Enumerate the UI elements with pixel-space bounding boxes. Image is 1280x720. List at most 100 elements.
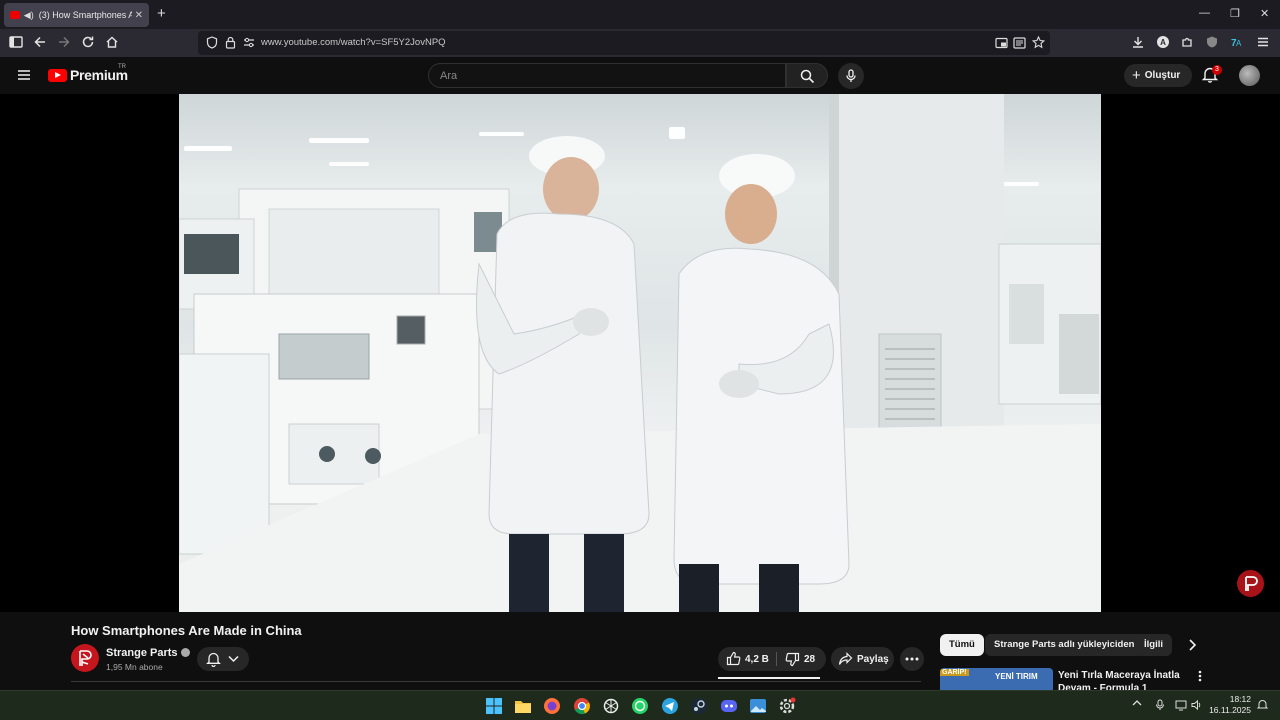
show-hidden-icons-chevron[interactable] xyxy=(1132,699,1142,707)
svg-text:A: A xyxy=(1236,39,1242,48)
chip-related[interactable]: İlgili xyxy=(1135,634,1172,656)
shield-icon[interactable] xyxy=(206,36,218,49)
more-actions-button[interactable] xyxy=(900,647,924,671)
photos-icon[interactable] xyxy=(749,697,767,715)
create-button[interactable]: + Oluştur xyxy=(1124,64,1192,87)
plus-icon: + xyxy=(1132,67,1141,84)
thumbs-down-icon xyxy=(785,652,800,667)
microphone-tray-icon[interactable] xyxy=(1155,699,1165,711)
search-box xyxy=(428,63,786,88)
new-tab-button[interactable]: + xyxy=(157,6,166,21)
browser-tab-strip: ◀) (3) How Smartphones Are M ✕ + — ❐ ✕ xyxy=(0,0,1280,29)
network-icon[interactable] xyxy=(1175,699,1187,711)
address-bar[interactable]: www.youtube.com/watch?v=SF5Y2JovNPQ xyxy=(198,31,1050,55)
reader-view-icon[interactable] xyxy=(1013,37,1026,49)
chips-next-button[interactable] xyxy=(1185,638,1199,652)
video-player[interactable] xyxy=(0,94,1280,612)
notification-count-badge: 3 xyxy=(1212,65,1222,75)
browser-tab-active[interactable]: ◀) (3) How Smartphones Are M ✕ xyxy=(4,3,149,27)
system-clock[interactable]: 18:12 16.11.2025 xyxy=(1205,694,1251,716)
bell-icon xyxy=(206,652,221,667)
metadata-divider xyxy=(71,681,921,682)
country-code: TR xyxy=(118,64,126,70)
settings-gear-icon[interactable] xyxy=(778,697,796,715)
channel-avatar[interactable] xyxy=(71,644,99,672)
permissions-icon[interactable] xyxy=(243,37,255,48)
youtube-header: Premium TR + Oluştur 3 xyxy=(0,57,1280,94)
chrome-icon[interactable] xyxy=(573,697,591,715)
video-frame[interactable] xyxy=(179,94,1101,612)
recommended-video-title[interactable]: Yeni Tırla Maceraya İnatla Devam - Formu… xyxy=(1058,669,1183,690)
translate-extension-icon[interactable]: 7A xyxy=(1230,35,1246,51)
reload-icon[interactable] xyxy=(81,35,97,51)
restore-window-icon[interactable]: ❐ xyxy=(1230,7,1240,20)
clock-time: 18:12 xyxy=(1229,694,1251,704)
chatgpt-icon[interactable] xyxy=(602,697,620,715)
dislike-button[interactable] xyxy=(785,652,800,667)
windows-taskbar: 18:12 16.11.2025 xyxy=(0,690,1280,720)
youtube-premium-logo[interactable]: Premium TR xyxy=(48,64,128,83)
recommended-video-thumbnail[interactable]: GARİP! YENİ TIRIM xyxy=(940,668,1053,690)
video-title: How Smartphones Are Made in China xyxy=(71,623,302,638)
hamburger-menu-icon[interactable] xyxy=(17,68,31,82)
channel-watermark-icon[interactable] xyxy=(1237,570,1264,597)
file-explorer-icon[interactable] xyxy=(514,697,532,715)
close-window-icon[interactable]: ✕ xyxy=(1260,7,1269,20)
verified-checkmark-icon xyxy=(180,648,190,657)
browser-menu-icon[interactable] xyxy=(1256,35,1272,51)
home-icon[interactable] xyxy=(105,35,121,51)
subscriber-count: 1,95 Mn abone xyxy=(106,662,163,672)
youtube-play-icon xyxy=(48,68,67,82)
discord-icon[interactable] xyxy=(720,697,738,715)
like-separator xyxy=(776,652,777,666)
downloads-icon[interactable] xyxy=(1131,35,1147,51)
telegram-icon[interactable] xyxy=(661,697,679,715)
channel-name-row[interactable]: Strange Parts xyxy=(106,647,190,659)
thumbs-up-icon xyxy=(726,651,741,666)
chevron-right-icon xyxy=(1189,639,1197,651)
chip-all[interactable]: Tümü xyxy=(940,634,984,656)
account-icon[interactable]: A xyxy=(1156,35,1172,51)
chip-from-uploader[interactable]: Strange Parts adlı yükleyiciden xyxy=(985,634,1144,656)
lock-icon[interactable] xyxy=(225,36,236,49)
recommended-more-icon[interactable] xyxy=(1198,670,1208,684)
thumbnail-text: YENİ TIRIM xyxy=(995,672,1038,681)
speaker-icon[interactable]: ◀) xyxy=(24,10,34,21)
channel-name[interactable]: Strange Parts xyxy=(106,647,178,659)
thumbnail-badge: GARİP! xyxy=(940,669,969,676)
minimize-window-icon[interactable]: — xyxy=(1199,7,1210,19)
whatsapp-icon[interactable] xyxy=(631,697,649,715)
firefox-icon[interactable] xyxy=(543,697,561,715)
sidebar-toggle-icon[interactable] xyxy=(9,35,25,51)
ublock-shield-icon[interactable] xyxy=(1205,35,1221,51)
back-arrow-icon[interactable] xyxy=(33,35,49,51)
volume-icon[interactable] xyxy=(1191,699,1203,711)
like-count[interactable]: 4,2 B xyxy=(745,654,769,665)
search-icon xyxy=(800,69,815,84)
url-text: www.youtube.com/watch?v=SF5Y2JovNPQ xyxy=(261,37,446,48)
voice-search-button[interactable] xyxy=(838,63,864,89)
user-avatar[interactable] xyxy=(1239,65,1260,86)
create-label: Oluştur xyxy=(1144,70,1181,81)
search-input[interactable] xyxy=(440,70,770,82)
steam-icon[interactable] xyxy=(690,697,708,715)
bookmark-star-icon[interactable] xyxy=(1032,36,1045,49)
share-button[interactable]: Paylaş xyxy=(831,647,894,671)
search-button[interactable] xyxy=(786,63,828,88)
share-label: Paylaş xyxy=(857,654,889,665)
notification-settings-button[interactable] xyxy=(197,647,249,671)
tab-title: (3) How Smartphones Are M xyxy=(38,10,132,20)
close-tab-icon[interactable]: ✕ xyxy=(135,10,143,21)
forward-arrow-icon[interactable] xyxy=(57,35,73,51)
extensions-icon[interactable] xyxy=(1180,35,1196,51)
windows-start-icon[interactable] xyxy=(485,697,503,715)
notification-center-icon[interactable] xyxy=(1257,699,1268,711)
dislike-count: 28 xyxy=(804,654,816,665)
like-button[interactable] xyxy=(726,651,741,666)
share-icon xyxy=(838,652,853,665)
clock-date: 16.11.2025 xyxy=(1209,705,1251,715)
like-ratio-bar xyxy=(718,677,820,679)
svg-text:A: A xyxy=(1160,38,1166,47)
picture-in-picture-icon[interactable] xyxy=(995,37,1008,49)
like-dislike-group: 4,2 B 28 xyxy=(718,647,826,671)
